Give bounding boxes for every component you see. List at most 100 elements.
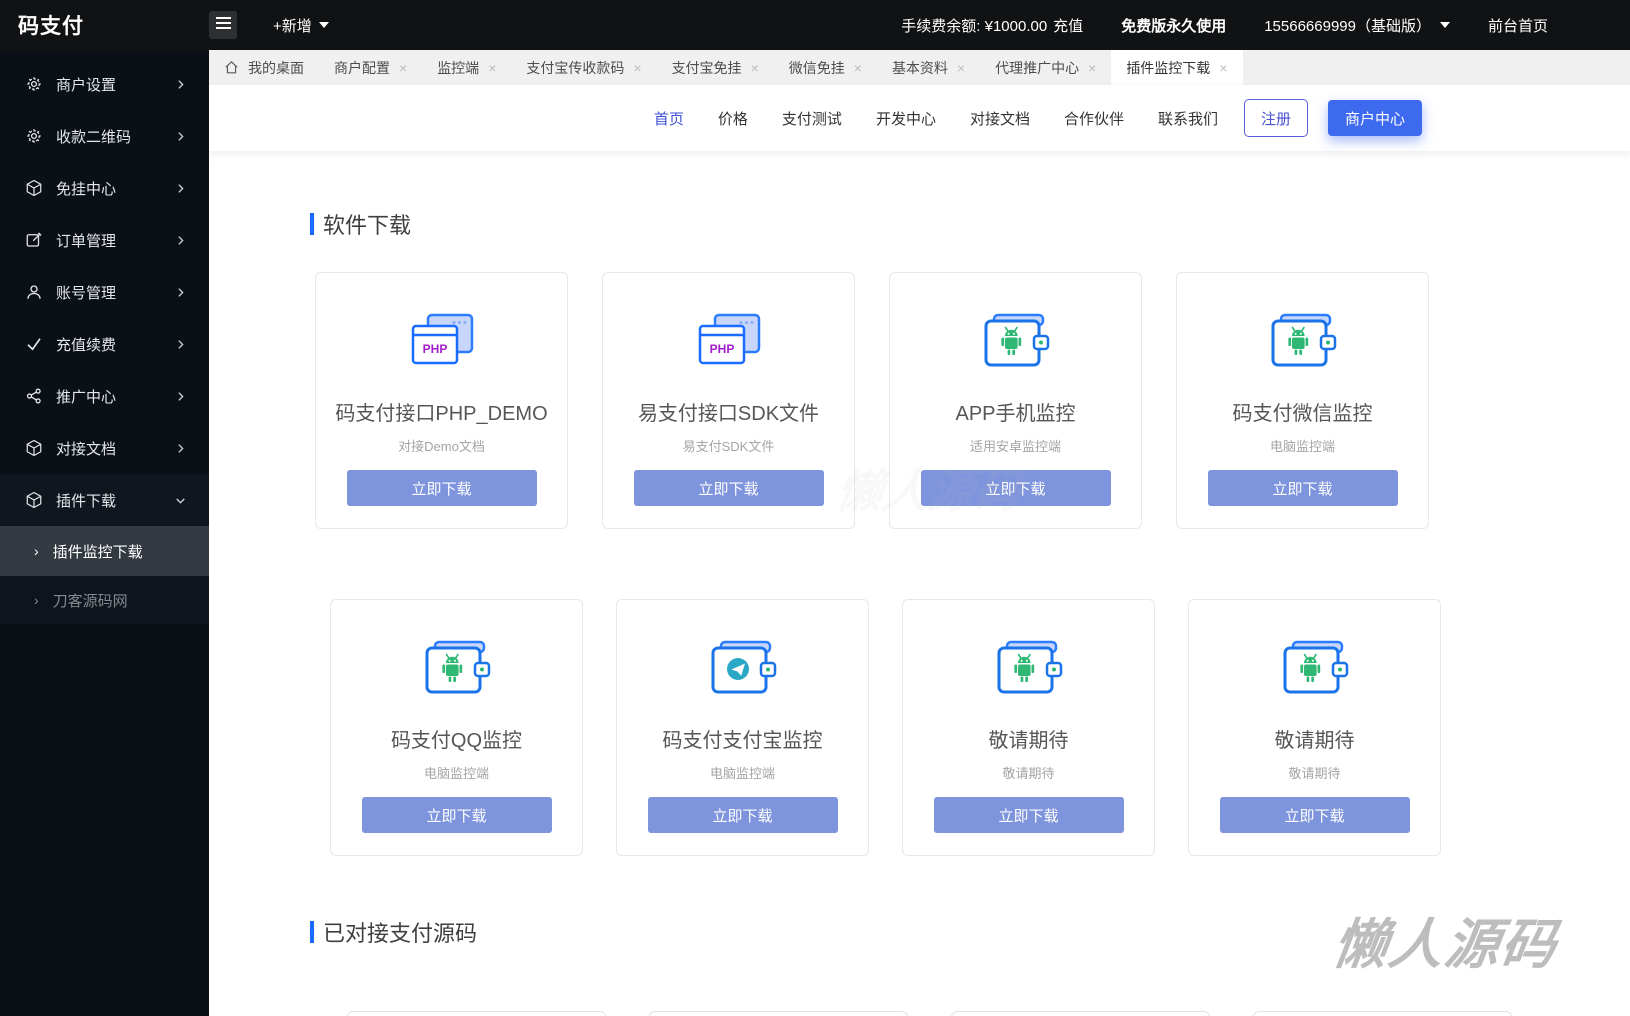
download-now-button[interactable]: 立即下载 <box>934 797 1124 833</box>
wallet-android-icon <box>994 640 1064 696</box>
nav-link-价格[interactable]: 价格 <box>718 108 748 129</box>
wallet-android-icon <box>981 313 1051 369</box>
tab-label: 商户配置 <box>334 58 390 78</box>
sidebar-item-label: 充值续费 <box>56 334 116 355</box>
tab-label: 支付宝传收款码 <box>526 58 624 78</box>
title-accent-bar <box>310 921 314 943</box>
sidebar-subitem-插件监控下载[interactable]: › 插件监控下载 <box>0 526 209 576</box>
sidebar-item-label: 账号管理 <box>56 282 116 303</box>
download-now-button[interactable]: 立即下载 <box>1220 797 1410 833</box>
section-title-downloads: 软件下载 <box>310 151 1630 240</box>
gear-icon <box>24 75 43 94</box>
download-now-button[interactable]: 立即下载 <box>648 797 838 833</box>
card-title: 码支付微信监控 <box>1233 397 1373 426</box>
sidebar-item-label: 商户设置 <box>56 74 116 95</box>
gear-icon <box>24 127 43 146</box>
php-window-icon: PHP <box>407 313 477 369</box>
close-icon[interactable]: × <box>957 61 965 75</box>
add-new-label: +新增 <box>273 15 312 36</box>
download-now-button[interactable]: 立即下载 <box>634 470 824 506</box>
card-subtitle: 对接Demo文档 <box>398 436 485 455</box>
card-subtitle: 敬请期待 <box>1002 763 1054 782</box>
sidebar-item-插件下载[interactable]: 插件下载 <box>0 474 209 526</box>
download-now-button[interactable]: 立即下载 <box>921 470 1111 506</box>
fee-balance-label: 手续费余额: ¥1000.00 <box>901 15 1047 36</box>
tab-支付宝传收款码[interactable]: 支付宝传收款码 × <box>511 50 656 85</box>
downloads-title: 软件下载 <box>323 208 411 240</box>
partial-card <box>649 1011 908 1016</box>
site-nav: 首页 价格 支付测试 开发中心 对接文档 合作伙伴 联系我们 注册 商户中心 <box>209 85 1630 151</box>
tab-我的桌面[interactable]: 我的桌面 <box>209 50 319 85</box>
close-icon[interactable]: × <box>1088 61 1096 75</box>
download-cards-row-1: PHP码支付接口PHP_DEMO对接Demo文档立即下载PHP易支付接口SDK文… <box>315 272 1630 529</box>
chevron-right-icon <box>174 182 187 195</box>
sidebar-item-label: 免挂中心 <box>56 178 116 199</box>
chevron-right-icon <box>174 78 187 91</box>
tab-基本资料[interactable]: 基本资料 × <box>877 50 980 85</box>
close-icon[interactable]: × <box>399 61 407 75</box>
chevron-down-icon <box>174 494 187 507</box>
sidebar-item-推广中心[interactable]: 推广中心 <box>0 370 209 422</box>
sidebar-item-商户设置[interactable]: 商户设置 <box>0 58 209 110</box>
sidebar-item-充值续费[interactable]: 充值续费 <box>0 318 209 370</box>
card-title: 敬请期待 <box>989 724 1069 753</box>
download-now-button[interactable]: 立即下载 <box>1208 470 1398 506</box>
partial-card <box>347 1011 606 1016</box>
card-subtitle: 电脑监控端 <box>1270 436 1335 455</box>
download-card: 码支付QQ监控电脑监控端立即下载 <box>330 599 583 856</box>
nav-link-支付测试[interactable]: 支付测试 <box>782 108 842 129</box>
download-now-button[interactable]: 立即下载 <box>362 797 552 833</box>
chevron-right-icon: › <box>34 543 39 559</box>
fee-balance: 手续费余额: ¥1000.00 充值 <box>901 15 1083 36</box>
sidebar-subitem-label: 插件监控下载 <box>53 541 143 562</box>
account-label: 15566669999（基础版） <box>1264 15 1431 36</box>
hamburger-menu-button[interactable] <box>209 11 237 39</box>
sidebar-item-对接文档[interactable]: 对接文档 <box>0 422 209 474</box>
download-now-button[interactable]: 立即下载 <box>347 470 537 506</box>
tab-监控端[interactable]: 监控端× <box>422 50 511 85</box>
tab-支付宝免挂[interactable]: 支付宝免挂 × <box>657 50 774 85</box>
wallet-android-icon <box>422 640 492 696</box>
front-home-link[interactable]: 前台首页 <box>1488 15 1548 36</box>
sidebar-item-订单管理[interactable]: 订单管理 <box>0 214 209 266</box>
chevron-right-icon <box>174 338 187 351</box>
tab-商户配置[interactable]: 商户配置 × <box>319 50 422 85</box>
tab-代理推广中心[interactable]: 代理推广中心× <box>980 50 1111 85</box>
chevron-right-icon <box>174 130 187 143</box>
merchant-center-button[interactable]: 商户中心 <box>1328 100 1422 136</box>
close-icon[interactable]: × <box>854 61 862 75</box>
download-card: 敬请期待敬请期待立即下载 <box>1188 599 1441 856</box>
close-icon[interactable]: × <box>751 61 759 75</box>
add-new-button[interactable]: +新增 <box>273 15 329 36</box>
svg-text:PHP: PHP <box>709 342 734 356</box>
nav-link-合作伙伴[interactable]: 合作伙伴 <box>1064 108 1124 129</box>
integrated-title: 已对接支付源码 <box>323 916 477 948</box>
account-dropdown[interactable]: 15566669999（基础版） <box>1264 15 1450 36</box>
download-card: 敬请期待敬请期待立即下载 <box>902 599 1155 856</box>
tab-插件监控下载[interactable]: 插件监控下载× <box>1111 50 1242 85</box>
wallet-android-icon <box>1280 640 1350 696</box>
sidebar-subitem-label: 刀客源码网 <box>53 590 128 611</box>
close-icon[interactable]: × <box>1219 61 1227 75</box>
sidebar-item-账号管理[interactable]: 账号管理 <box>0 266 209 318</box>
recharge-link[interactable]: 充值 <box>1053 15 1083 36</box>
sidebar-subitem-刀客源码网[interactable]: ›刀客源码网 <box>0 576 209 624</box>
sidebar-item-免挂中心[interactable]: 免挂中心 <box>0 162 209 214</box>
close-icon[interactable]: × <box>633 61 641 75</box>
nav-link-开发中心[interactable]: 开发中心 <box>876 108 936 129</box>
card-title: APP手机监控 <box>955 397 1075 426</box>
close-icon[interactable]: × <box>488 61 496 75</box>
nav-links: 首页 价格 支付测试 开发中心 对接文档 合作伙伴 联系我们 <box>620 108 1218 129</box>
nav-link-首页[interactable]: 首页 <box>654 108 684 129</box>
chevron-right-icon <box>174 234 187 247</box>
tab-label: 基本资料 <box>892 58 948 78</box>
tab-微信免挂[interactable]: 微信免挂 × <box>774 50 877 85</box>
cube-icon <box>24 439 43 458</box>
sidebar-item-收款二维码[interactable]: 收款二维码 <box>0 110 209 162</box>
tab-label: 微信免挂 <box>789 58 845 78</box>
register-button[interactable]: 注册 <box>1244 99 1308 137</box>
nav-link-联系我们[interactable]: 联系我们 <box>1158 108 1218 129</box>
content: 软件下载 PHP码支付接口PHP_DEMO对接Demo文档立即下载PHP易支付接… <box>209 151 1630 1016</box>
tab-label: 支付宝免挂 <box>672 58 742 78</box>
nav-link-对接文档[interactable]: 对接文档 <box>970 108 1030 129</box>
